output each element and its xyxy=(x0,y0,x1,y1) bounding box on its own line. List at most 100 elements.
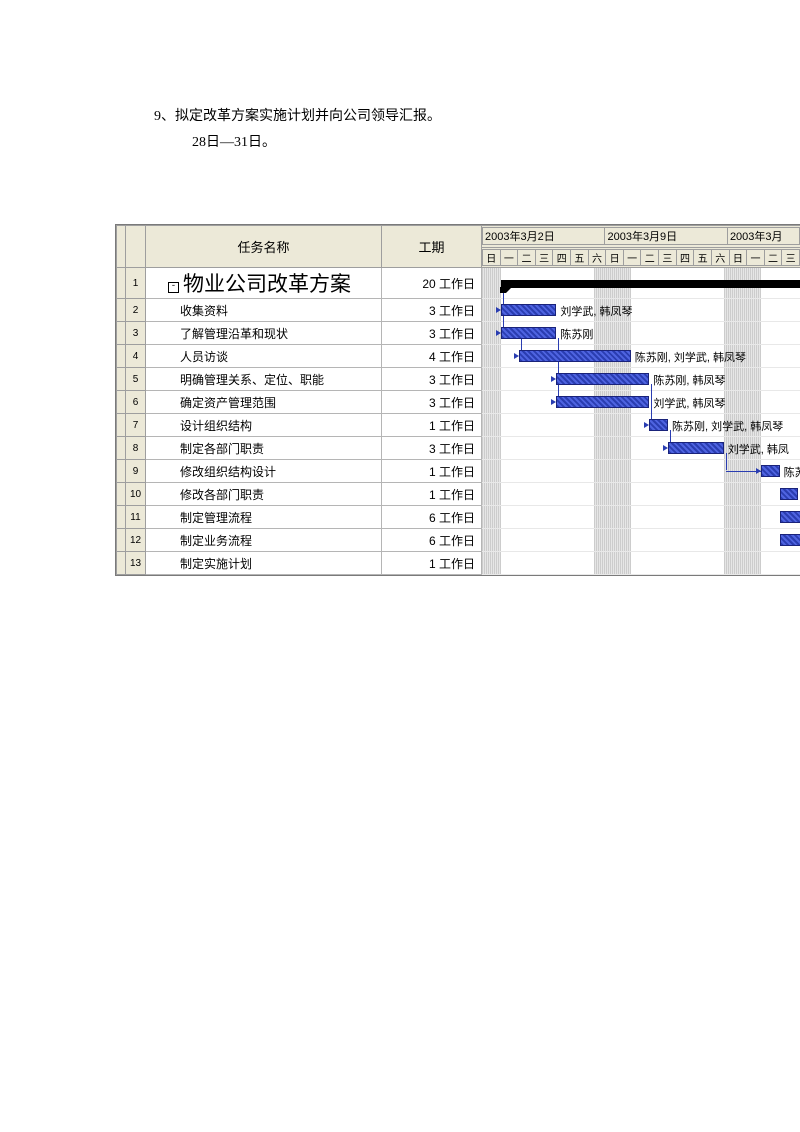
hdr-day: 日 xyxy=(483,249,501,265)
task-name: 收集资料 xyxy=(180,304,228,318)
task-duration[interactable]: 1 工作日 xyxy=(382,552,482,575)
task-duration[interactable]: 3 工作日 xyxy=(382,437,482,460)
hdr-day: 三 xyxy=(782,249,800,265)
row-gutter xyxy=(117,460,126,483)
task-row[interactable]: 3 了解管理沿革和现状 3 工作日 陈苏刚 xyxy=(117,322,800,345)
row-index: 4 xyxy=(126,345,146,368)
task-duration[interactable]: 3 工作日 xyxy=(382,299,482,322)
task-name-cell[interactable]: 修改组织结构设计 xyxy=(146,460,382,483)
task-row[interactable]: 8 制定各部门职责 3 工作日刘学武, 韩凤 xyxy=(117,437,800,460)
task-bar-cell xyxy=(482,483,800,506)
task-row[interactable]: 12制定业务流程6 工作日 xyxy=(117,529,800,552)
task-bar[interactable] xyxy=(519,350,631,362)
task-row[interactable]: 10修改各部门职责1 工作日 xyxy=(117,483,800,506)
task-row[interactable]: 13制定实施计划1 工作日 xyxy=(117,552,800,575)
task-row[interactable]: 5明确管理关系、定位、职能3 工作日陈苏刚, 韩凤琴 xyxy=(117,368,800,391)
task-duration[interactable]: 1 工作日 xyxy=(382,483,482,506)
task-name: 制定各部门职责 xyxy=(180,442,264,456)
task-bar[interactable] xyxy=(649,419,668,431)
row-gutter xyxy=(117,552,126,575)
hdr-day: 日 xyxy=(606,249,624,265)
link-arrow-icon xyxy=(756,468,761,474)
task-name-cell[interactable]: 明确管理关系、定位、职能 xyxy=(146,368,382,391)
link-arrow-icon xyxy=(514,353,519,359)
task-name-cell[interactable]: -物业公司改革方案 xyxy=(146,268,382,299)
task-name-cell[interactable]: 设计组织结构 xyxy=(146,414,382,437)
task-bar-cell xyxy=(482,506,800,529)
task-bar-cell: 刘学武, 韩凤琴 xyxy=(482,299,800,322)
task-row[interactable]: 1-物业公司改革方案20 工作日 xyxy=(117,268,800,299)
hdr-day: 五 xyxy=(571,249,589,265)
hdr-duration[interactable]: 工期 xyxy=(382,226,482,268)
task-row[interactable]: 9修改组织结构设计1 工作日陈苏 xyxy=(117,460,800,483)
task-duration[interactable]: 3 工作日 xyxy=(382,322,482,345)
task-name-cell[interactable]: 确定资产管理范围 xyxy=(146,391,382,414)
task-bar[interactable] xyxy=(780,534,800,546)
hdr-day: 四 xyxy=(676,249,694,265)
task-name-cell[interactable]: 制定管理流程 xyxy=(146,506,382,529)
row-index: 11 xyxy=(126,506,146,529)
task-row[interactable]: 11 制定管理流程 6 工作日 xyxy=(117,506,800,529)
task-bar[interactable] xyxy=(501,327,557,339)
task-bar-cell: 刘学武, 韩凤 xyxy=(482,437,800,460)
task-bar[interactable] xyxy=(780,488,799,500)
task-duration[interactable]: 20 工作日 xyxy=(382,268,482,299)
task-bar-label: 刘学武, 韩凤琴 xyxy=(653,395,725,411)
task-row[interactable]: 7设计组织结构1 工作日陈苏刚, 刘学武, 韩凤琴 xyxy=(117,414,800,437)
task-name-cell[interactable]: 修改各部门职责 xyxy=(146,483,382,506)
task-bar[interactable] xyxy=(556,396,649,408)
hdr-day: 二 xyxy=(518,249,536,265)
task-bar[interactable] xyxy=(556,373,649,385)
collapse-icon[interactable]: - xyxy=(168,282,179,293)
row-index: 8 xyxy=(126,437,146,460)
task-row[interactable]: 4人员访谈4 工作日陈苏刚, 刘学武, 韩凤琴 xyxy=(117,345,800,368)
task-bar[interactable] xyxy=(780,511,800,523)
task-name: 制定管理流程 xyxy=(180,511,252,525)
row-index: 3 xyxy=(126,322,146,345)
doc-line-1: 9、拟定改革方案实施计划并向公司领导汇报。 xyxy=(154,104,441,131)
task-name-cell[interactable]: 制定实施计划 xyxy=(146,552,382,575)
task-duration[interactable]: 1 工作日 xyxy=(382,460,482,483)
task-duration[interactable]: 1 工作日 xyxy=(382,414,482,437)
task-bar-cell: 陈苏刚, 韩凤琴 xyxy=(482,368,800,391)
row-gutter xyxy=(117,322,126,345)
task-duration[interactable]: 3 工作日 xyxy=(382,368,482,391)
task-name-cell[interactable]: 制定各部门职责 xyxy=(146,437,382,460)
task-name: 制定业务流程 xyxy=(180,534,252,548)
task-bar-label: 陈苏 xyxy=(784,464,800,480)
hdr-week: 2003年3月9日 xyxy=(605,228,727,245)
row-gutter xyxy=(117,391,126,414)
task-name-cell[interactable]: 收集资料 xyxy=(146,299,382,322)
task-bar[interactable] xyxy=(668,442,724,454)
hdr-day: 一 xyxy=(500,249,518,265)
hdr-task-name[interactable]: 任务名称 xyxy=(146,226,382,268)
task-duration[interactable]: 6 工作日 xyxy=(382,529,482,552)
task-name-cell[interactable]: 制定业务流程 xyxy=(146,529,382,552)
task-duration[interactable]: 4 工作日 xyxy=(382,345,482,368)
task-name-cell[interactable]: 了解管理沿革和现状 xyxy=(146,322,382,345)
row-gutter xyxy=(117,437,126,460)
task-bar[interactable] xyxy=(761,465,780,477)
task-bar-cell: 刘学武, 韩凤琴 xyxy=(482,391,800,414)
hdr-day: 二 xyxy=(764,249,782,265)
task-bar-label: 陈苏刚 xyxy=(560,326,593,342)
task-name: 明确管理关系、定位、职能 xyxy=(180,373,324,387)
task-name: 制定实施计划 xyxy=(180,557,252,571)
hdr-index xyxy=(126,226,146,268)
hdr-week: 2003年3月2日 xyxy=(483,228,605,245)
row-gutter xyxy=(117,299,126,322)
task-duration[interactable]: 3 工作日 xyxy=(382,391,482,414)
task-name: 了解管理沿革和现状 xyxy=(180,327,288,341)
task-row[interactable]: 2收集资料3 工作日刘学武, 韩凤琴 xyxy=(117,299,800,322)
task-name-cell[interactable]: 人员访谈 xyxy=(146,345,382,368)
hdr-day: 二 xyxy=(641,249,659,265)
hdr-day: 四 xyxy=(553,249,571,265)
hdr-day: 六 xyxy=(588,249,606,265)
task-duration[interactable]: 6 工作日 xyxy=(382,506,482,529)
task-name: 物业公司改革方案 xyxy=(183,273,351,296)
task-bar[interactable] xyxy=(501,304,557,316)
task-row[interactable]: 6确定资产管理范围3 工作日刘学武, 韩凤琴 xyxy=(117,391,800,414)
hdr-day: 六 xyxy=(711,249,729,265)
hdr-day: 一 xyxy=(623,249,641,265)
gantt-chart: 任务名称 工期 2003年3月2日2003年3月9日2003年3月 日一二三四五… xyxy=(115,224,800,576)
